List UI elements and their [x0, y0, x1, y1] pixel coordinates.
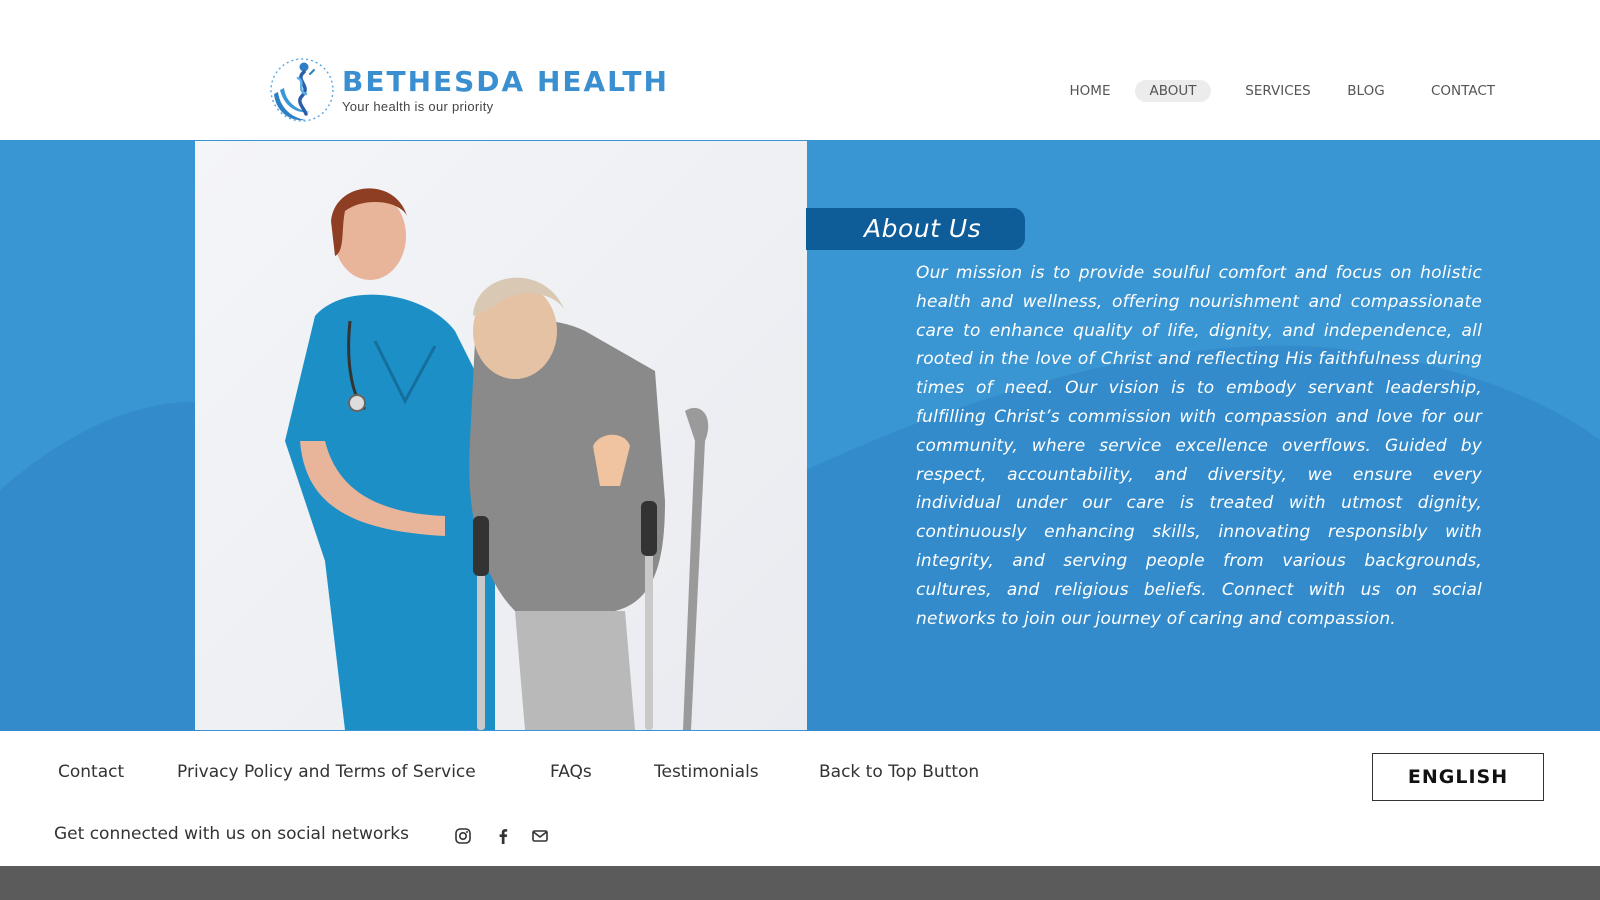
- brand-name: BETHESDA HEALTH: [342, 65, 669, 98]
- facebook-icon[interactable]: [494, 827, 512, 845]
- instagram-icon[interactable]: [454, 827, 472, 845]
- language-selector-button[interactable]: ENGLISH: [1372, 753, 1544, 801]
- nav-item-about[interactable]: ABOUT: [1135, 80, 1211, 102]
- brand-tagline: Your health is our priority: [342, 99, 494, 114]
- caduceus-person-logo-icon: [266, 54, 336, 126]
- about-hero-section: About Us Our mission is to provide soulf…: [0, 140, 1600, 731]
- footer-link-testimonials[interactable]: Testimonials: [654, 762, 759, 782]
- about-us-title: About Us: [864, 214, 982, 243]
- mail-icon[interactable]: [531, 827, 549, 845]
- brand-logo[interactable]: BETHESDA HEALTH Your health is our prior…: [266, 54, 669, 126]
- nav-item-contact[interactable]: CONTACT: [1420, 80, 1506, 102]
- social-networks-label: Get connected with us on social networks: [54, 824, 409, 844]
- site-header: BETHESDA HEALTH Your health is our prior…: [0, 0, 1600, 140]
- about-us-description: Our mission is to provide soulful comfor…: [916, 263, 1482, 629]
- footer-link-contact[interactable]: Contact: [58, 762, 124, 782]
- footer-link-back-to-top[interactable]: Back to Top Button: [819, 762, 979, 782]
- site-footer: Contact Privacy Policy and Terms of Serv…: [0, 731, 1600, 866]
- nav-item-home[interactable]: HOME: [1060, 80, 1120, 102]
- nurse-patient-photo: [195, 141, 807, 730]
- footer-link-faqs[interactable]: FAQs: [550, 762, 592, 782]
- nav-item-blog[interactable]: BLOG: [1338, 80, 1394, 102]
- nav-item-services[interactable]: SERVICES: [1233, 80, 1323, 102]
- about-us-heading-banner: About Us: [806, 208, 1025, 250]
- bottom-bar: [0, 866, 1600, 900]
- footer-link-privacy-terms[interactable]: Privacy Policy and Terms of Service: [177, 762, 476, 782]
